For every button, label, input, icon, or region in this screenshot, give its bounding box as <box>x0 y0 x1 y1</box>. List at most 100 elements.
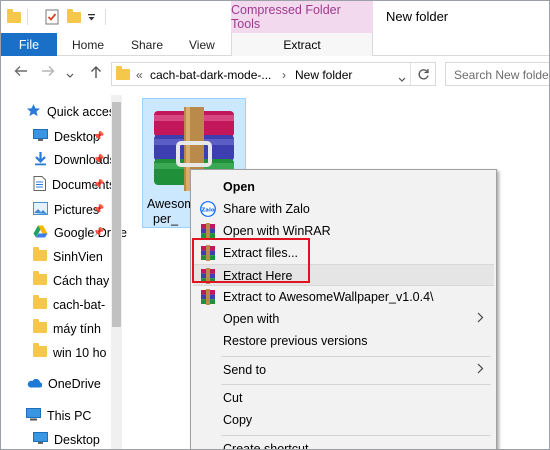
winrar-icon <box>200 223 216 239</box>
sidebar-item-downloads[interactable]: Downloads 📌 <box>33 149 145 171</box>
search-input[interactable]: Search New folder <box>445 62 550 86</box>
recent-locations-chevron-icon[interactable] <box>66 67 74 83</box>
svg-text:Zalo: Zalo <box>201 208 215 214</box>
pin-icon: 📌 <box>93 179 105 189</box>
menu-item-label: Create shortcut <box>223 442 309 450</box>
sidebar-item-folder[interactable]: Cách thay <box>33 270 145 292</box>
tab-extract[interactable]: Extract <box>231 33 373 56</box>
menu-item-label: Share with Zalo <box>223 202 310 216</box>
properties-icon[interactable] <box>45 8 59 26</box>
menu-item-label: Send to <box>223 363 267 377</box>
sidebar-item-label: cach-bat- <box>53 298 106 312</box>
folder-icon <box>33 295 47 312</box>
folder-icon <box>33 343 47 360</box>
address-segment-current[interactable]: New folder <box>295 68 352 82</box>
search-placeholder: Search New folder <box>454 68 550 82</box>
sidebar-item-documents[interactable]: Documents 📌 <box>33 174 145 196</box>
ribbon-tabs: File Home Share View Extract <box>1 33 549 56</box>
navigation-pane: Quick access Desktop 📌 Downloads 📌 Docum… <box>1 93 127 449</box>
address-overflow-marker[interactable]: « <box>136 68 143 82</box>
menu-item-label: Copy <box>223 413 253 427</box>
menu-item-label: Cut <box>223 391 243 405</box>
sidebar-item-label: Documents <box>52 178 116 192</box>
folder-icon <box>33 271 47 288</box>
pin-icon: 📌 <box>93 227 105 237</box>
menu-item-extract-to-folder[interactable]: Extract to AwesomeWallpaper_v1.0.4\ <box>193 286 494 308</box>
sidebar-item-label: SinhVien <box>53 250 103 264</box>
tab-home[interactable]: Home <box>72 38 104 52</box>
submenu-arrow-icon <box>477 362 484 377</box>
sidebar-item-label: Cách thay <box>53 274 110 288</box>
star-icon <box>26 103 41 121</box>
menu-item-label: Restore previous versions <box>223 334 368 348</box>
sidebar-item-pictures[interactable]: Pictures 📌 <box>33 199 145 221</box>
menu-item-restore-previous-versions[interactable]: Restore previous versions <box>193 330 494 352</box>
new-folder-icon[interactable] <box>67 8 81 26</box>
refresh-icon[interactable] <box>417 68 430 84</box>
address-separator: › <box>282 68 286 82</box>
winrar-icon <box>200 289 216 305</box>
menu-item-create-shortcut[interactable]: Create shortcut <box>193 438 494 450</box>
menu-item-open[interactable]: Open <box>193 176 494 198</box>
desktop-icon <box>33 432 48 448</box>
pin-icon: 📌 <box>93 154 105 164</box>
sidebar-item-label: Downloads <box>54 153 116 167</box>
folder-icon <box>33 319 47 336</box>
computer-icon <box>26 408 41 424</box>
menu-item-label: Open with <box>223 312 280 326</box>
window-title: New folder <box>386 9 449 24</box>
context-menu: Open Zalo Share with Zalo Open with WinR… <box>190 169 497 450</box>
tab-view[interactable]: View <box>189 38 215 52</box>
sidebar-item-folder[interactable]: SinhVien <box>33 246 145 268</box>
folder-icon <box>33 247 47 264</box>
address-folder-icon <box>116 66 130 83</box>
up-arrow-icon[interactable] <box>90 65 102 83</box>
scrollbar-thumb[interactable] <box>112 102 121 327</box>
sidebar-item-folder[interactable]: win 10 ho <box>33 342 145 364</box>
explorer-window: Compressed Folder Tools New folder File … <box>0 0 550 450</box>
highlight-annotation-box <box>192 238 310 283</box>
sidebar-item-desktop[interactable]: Desktop <box>33 429 145 449</box>
menu-item-label: Extract to AwesomeWallpaper_v1.0.4\ <box>223 290 434 304</box>
menu-item-open-with[interactable]: Open with <box>193 308 494 330</box>
sidebar-item-label: This PC <box>47 409 92 423</box>
menu-item-cut[interactable]: Cut <box>193 387 494 409</box>
google-drive-icon <box>33 225 48 241</box>
tab-share[interactable]: Share <box>131 38 163 52</box>
menu-item-label: Open <box>223 180 255 194</box>
menu-item-copy[interactable]: Copy <box>193 409 494 431</box>
back-arrow-icon[interactable] <box>14 65 28 81</box>
sidebar-item-google-drive[interactable]: Google Drive 📌 <box>33 222 145 244</box>
sidebar-item-folder[interactable]: cach-bat- <box>33 294 145 316</box>
menu-item-send-to[interactable]: Send to <box>193 359 494 381</box>
pin-icon: 📌 <box>93 204 105 214</box>
customize-qat-icon[interactable] <box>87 8 96 26</box>
menu-separator <box>221 384 491 385</box>
sidebar-item-label: win 10 ho <box>53 346 107 360</box>
menu-separator <box>221 435 491 436</box>
pictures-icon <box>33 202 48 218</box>
download-icon <box>33 151 48 169</box>
tab-file[interactable]: File <box>1 33 57 56</box>
menu-separator <box>221 356 491 357</box>
sidebar-item-label: OneDrive <box>48 377 101 391</box>
address-bar[interactable]: « cach-bat-dark-mode-... › New folder <box>111 62 436 86</box>
title-bar: Compressed Folder Tools New folder <box>1 1 549 33</box>
sidebar-item-label: máy tính <box>53 322 101 336</box>
sidebar-item-folder[interactable]: máy tính <box>33 318 145 340</box>
forward-arrow-icon[interactable] <box>41 65 55 81</box>
onedrive-icon <box>26 377 43 391</box>
pin-icon: 📌 <box>93 131 105 141</box>
sidebar-item-label: Desktop <box>54 433 100 447</box>
title-folder-icon <box>7 8 21 26</box>
sidebar-item-desktop[interactable]: Desktop 📌 <box>33 126 145 148</box>
menu-item-share-with-zalo[interactable]: Zalo Share with Zalo <box>193 198 494 220</box>
menu-item-label: Open with WinRAR <box>223 224 331 238</box>
address-segment-parent[interactable]: cach-bat-dark-mode-... <box>150 68 271 82</box>
zalo-icon: Zalo <box>200 201 216 217</box>
address-dropdown-chevron-icon[interactable] <box>398 72 406 86</box>
submenu-arrow-icon <box>477 311 484 326</box>
desktop-icon <box>33 129 48 145</box>
compressed-folder-tools-tab: Compressed Folder Tools <box>231 1 373 33</box>
document-icon <box>33 176 46 194</box>
